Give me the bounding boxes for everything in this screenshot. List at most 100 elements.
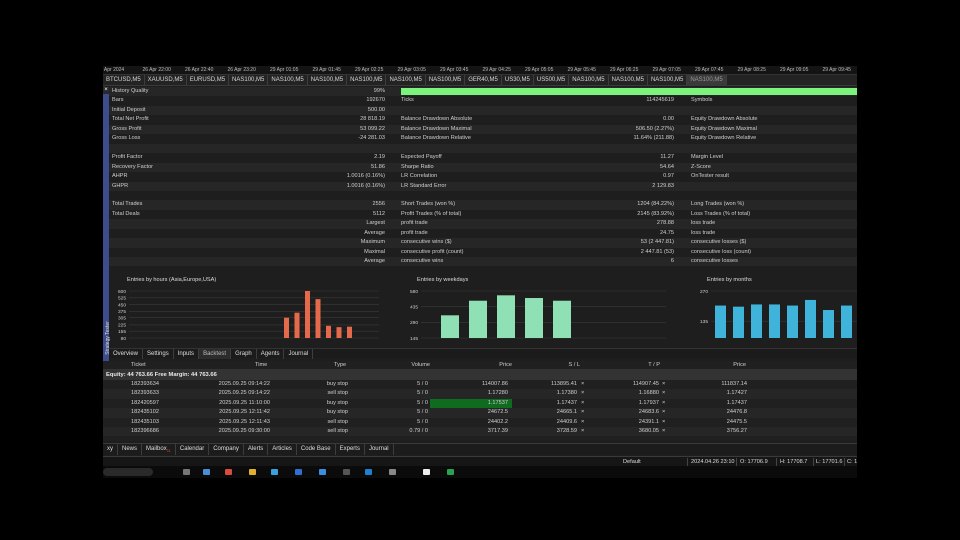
table-row[interactable]: 182435103 2025.09.25 12:11:43 sell stop 5 /… bbox=[103, 418, 857, 427]
chart-bar bbox=[315, 299, 321, 338]
chart-tab[interactable]: XAUUSD,M5 bbox=[145, 75, 187, 85]
taskbar-app-icon[interactable] bbox=[225, 469, 232, 475]
tp-cell[interactable]: 1.17937 bbox=[597, 399, 659, 408]
column-header[interactable]: Ticket bbox=[131, 361, 146, 370]
report-label: consecutive loss (count) bbox=[691, 248, 752, 255]
tester-tab-journal[interactable]: Journal bbox=[284, 349, 314, 359]
sl-cell[interactable]: 3728.59 bbox=[515, 427, 577, 436]
chart-tab[interactable]: NAS100,M5 bbox=[687, 75, 727, 85]
tester-tab-overview[interactable]: Overview bbox=[109, 349, 144, 359]
chart-tab[interactable]: NAS100,M5 bbox=[609, 75, 648, 85]
table-row[interactable]: 182393634 2025.09.25 09:14:22 buy stop 5 / … bbox=[103, 380, 857, 389]
toolbox-tab-journal[interactable]: Journal bbox=[365, 444, 394, 455]
table-row[interactable]: 182420597 2025.09.25 11:10:00 buy stop 5 / … bbox=[103, 398, 857, 409]
chart-tab[interactable]: NAS100,M5 bbox=[268, 75, 308, 85]
table-row[interactable]: 182396686 2025.09.25 09:30:00 sell stop 0.7… bbox=[103, 427, 857, 437]
taskbar-app-icon[interactable] bbox=[389, 469, 396, 475]
chart-tab[interactable]: EURUSD,M5 bbox=[187, 75, 230, 85]
table-row[interactable]: 182435102 2025.09.25 12:11:42 buy stop 5 / … bbox=[103, 408, 857, 418]
report-label: LR Standard Error bbox=[401, 182, 447, 189]
remove-tp-icon[interactable]: × bbox=[662, 389, 665, 398]
toolbox-tab-news[interactable]: News bbox=[118, 444, 143, 455]
report-value: 11.64% (211.88) bbox=[633, 135, 674, 142]
chart-bar bbox=[525, 298, 543, 338]
y-tick-label: 435 bbox=[410, 304, 418, 310]
remove-tp-icon[interactable]: × bbox=[662, 427, 665, 436]
taskbar-app-icon[interactable] bbox=[423, 469, 430, 475]
toolbox-tab-xy[interactable]: xy bbox=[103, 444, 118, 455]
taskbar-app-icon[interactable] bbox=[203, 469, 210, 475]
chart-tab[interactable]: NAS100,M5 bbox=[386, 75, 426, 85]
tp-cell[interactable]: 24683.6 bbox=[597, 408, 659, 417]
column-header[interactable]: Volume bbox=[350, 361, 430, 370]
toolbox-tab-alerts[interactable]: Alerts bbox=[244, 444, 269, 455]
tester-tab-graph[interactable]: Graph bbox=[231, 349, 257, 359]
toolbox-tab-experts[interactable]: Experts bbox=[336, 444, 365, 455]
taskbar-app-icon[interactable] bbox=[271, 469, 278, 475]
chart-tab[interactable]: US30,M5 bbox=[502, 75, 534, 85]
remove-tp-icon[interactable]: × bbox=[662, 399, 665, 408]
tester-tab-backtest[interactable]: Backtest bbox=[199, 349, 232, 359]
column-header[interactable]: S / L bbox=[500, 361, 580, 370]
report-value: 500.00 bbox=[367, 106, 385, 113]
taskbar-app-icon[interactable] bbox=[249, 469, 256, 475]
chart-tab[interactable]: NAS100,M5 bbox=[426, 75, 466, 85]
sl-cell[interactable]: 1.17380 bbox=[515, 389, 577, 398]
taskbar-app-icon[interactable] bbox=[319, 469, 326, 475]
column-header[interactable]: Time bbox=[255, 361, 267, 370]
remove-sl-icon[interactable]: × bbox=[581, 399, 584, 408]
toolbox-tab-company[interactable]: Company bbox=[209, 444, 244, 455]
toolbox-tab-calendar[interactable]: Calendar bbox=[176, 444, 210, 455]
toolbox-tab-mailbox[interactable]: Mailbox11 bbox=[142, 444, 176, 455]
taskbar-search[interactable] bbox=[103, 468, 153, 476]
chart-tab[interactable]: GER40,M5 bbox=[465, 75, 502, 85]
chart-tab[interactable]: NAS100,M5 bbox=[229, 75, 269, 85]
table-row[interactable]: 182393633 2025.09.25 09:14:22 sell stop 5 /… bbox=[103, 389, 857, 399]
current-price-cell: 1.17427 bbox=[726, 390, 747, 397]
report-value: 53 (2 447.81) bbox=[640, 239, 674, 246]
remove-sl-icon[interactable]: × bbox=[581, 408, 584, 417]
tp-cell[interactable]: 3680.05 bbox=[597, 427, 659, 436]
chart-tab[interactable]: NAS100,M5 bbox=[308, 75, 348, 85]
tester-tab-agents[interactable]: Agents bbox=[257, 349, 285, 359]
taskbar-app-icon[interactable] bbox=[183, 469, 190, 475]
taskbar-app-icon[interactable] bbox=[365, 469, 372, 475]
y-tick-label: 145 bbox=[410, 336, 418, 342]
sl-cell[interactable]: 24409.6 bbox=[515, 418, 577, 427]
taskbar-app-icon[interactable] bbox=[295, 469, 302, 475]
column-header[interactable]: T / P bbox=[580, 361, 660, 370]
toolbox-tab-label: Alerts bbox=[247, 446, 264, 452]
sl-cell[interactable]: 1.17437 bbox=[515, 399, 577, 408]
column-header[interactable]: Type bbox=[334, 361, 346, 370]
chart-tab[interactable]: US500,M5 bbox=[534, 75, 570, 85]
tp-cell[interactable]: 24391.1 bbox=[597, 418, 659, 427]
chart-tab[interactable]: NAS100,M5 bbox=[648, 75, 688, 85]
chart-tab[interactable]: NAS100,M5 bbox=[347, 75, 387, 85]
remove-sl-icon[interactable]: × bbox=[581, 380, 584, 389]
report-value: 2 129.83 bbox=[652, 182, 674, 189]
report-value: Maximal bbox=[364, 248, 385, 255]
toolbox-tab-articles[interactable]: Articles bbox=[268, 444, 297, 455]
toolbox-tab-code-base[interactable]: Code Base bbox=[297, 444, 336, 455]
sl-cell[interactable]: 24665.1 bbox=[515, 408, 577, 417]
report-row bbox=[109, 143, 857, 154]
tester-tab-inputs[interactable]: Inputs bbox=[174, 349, 200, 359]
taskbar-app-icon[interactable] bbox=[343, 469, 350, 475]
report-label: Balance Drawdown Absolute bbox=[401, 116, 473, 123]
remove-sl-icon[interactable]: × bbox=[581, 389, 584, 398]
tester-tab-settings[interactable]: Settings bbox=[143, 349, 174, 359]
chart-tab[interactable]: BTCUSD,M5 bbox=[103, 75, 145, 85]
taskbar-app-icon[interactable] bbox=[447, 469, 454, 475]
report-row: Maximal consecutive profit (count) 2 447.8… bbox=[109, 248, 857, 257]
remove-sl-icon[interactable]: × bbox=[581, 418, 584, 427]
column-header[interactable]: Price bbox=[666, 361, 746, 370]
remove-tp-icon[interactable]: × bbox=[662, 408, 665, 417]
toolbox-tab-label: Articles bbox=[272, 446, 292, 452]
remove-sl-icon[interactable]: × bbox=[581, 427, 584, 436]
remove-tp-icon[interactable]: × bbox=[662, 380, 665, 389]
remove-tp-icon[interactable]: × bbox=[662, 418, 665, 427]
tp-cell[interactable]: 1.16880 bbox=[597, 389, 659, 398]
chart-tab[interactable]: NAS100,M5 bbox=[569, 75, 609, 85]
tp-cell[interactable]: 114907.45 bbox=[597, 380, 659, 389]
sl-cell[interactable]: 113895.41 bbox=[515, 380, 577, 389]
